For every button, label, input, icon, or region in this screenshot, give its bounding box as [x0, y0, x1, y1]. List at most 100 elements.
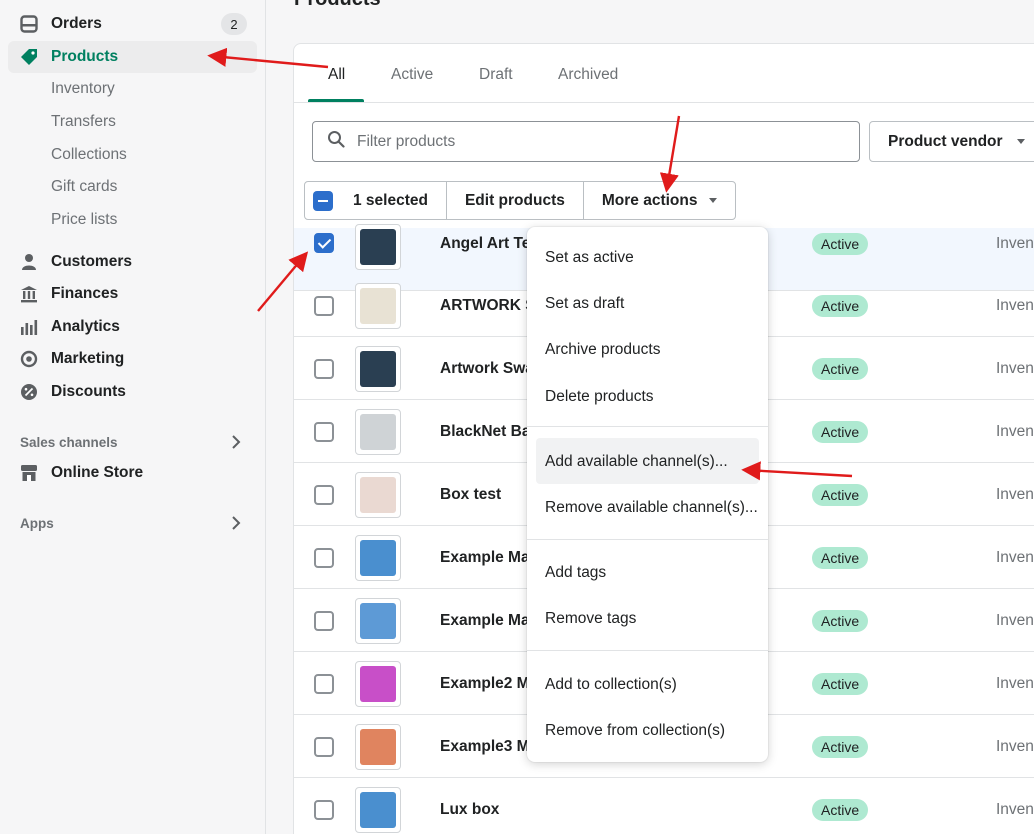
- inventory-text: Inven: [996, 486, 1034, 503]
- sidebar-item-label: Discounts: [51, 383, 126, 400]
- product-thumbnail: [355, 535, 401, 581]
- store-icon: [20, 464, 38, 482]
- product-thumbnail: [355, 598, 401, 644]
- product-vendor-button[interactable]: Product vendor: [869, 121, 1034, 162]
- sidebar-subitem-gift-cards[interactable]: Gift cards: [51, 178, 117, 196]
- status-badge: Active: [812, 295, 869, 317]
- bulk-actions-bar: 1 selected Edit products More actions: [304, 181, 737, 220]
- sidebar-item-products[interactable]: Products: [8, 41, 257, 73]
- menu-divider: [527, 650, 768, 651]
- row-checkbox[interactable]: [314, 800, 334, 820]
- page-title: Products: [294, 0, 381, 11]
- product-name[interactable]: Angel Art Te: [440, 235, 530, 253]
- menu-item-add-channel[interactable]: Add available channel(s)...: [545, 453, 728, 471]
- menu-item-delete[interactable]: Delete products: [545, 388, 654, 406]
- product-thumbnail: [355, 346, 401, 392]
- orders-count-badge: 2: [221, 13, 247, 35]
- thumb-fill: [360, 666, 396, 702]
- row-checkbox-checked[interactable]: [314, 233, 334, 253]
- sidebar-subitem-collections[interactable]: Collections: [51, 146, 127, 164]
- row-checkbox[interactable]: [314, 296, 334, 316]
- target-icon: [20, 350, 38, 368]
- sidebar-item-label: Finances: [51, 285, 119, 302]
- product-name[interactable]: ARTWORK S: [440, 297, 536, 315]
- tag-icon: [20, 48, 38, 66]
- sidebar-item-online-store[interactable]: Online Store: [8, 457, 257, 489]
- sidebar-item-discounts[interactable]: Discounts: [8, 376, 257, 408]
- apps-label: Apps: [20, 516, 54, 531]
- thumb-fill: [360, 603, 396, 639]
- caret-down-icon: [709, 198, 718, 203]
- thumb-fill: [360, 288, 396, 324]
- menu-item-set-active[interactable]: Set as active: [545, 249, 634, 267]
- tab-draft[interactable]: Draft: [479, 66, 513, 84]
- more-actions-menu: Set as active Set as draft Archive produ…: [527, 227, 768, 762]
- thumb-fill: [360, 414, 396, 450]
- sidebar-item-customers[interactable]: Customers: [8, 246, 257, 278]
- product-name[interactable]: Example Ma: [440, 612, 530, 630]
- menu-item-remove-collection[interactable]: Remove from collection(s): [545, 722, 725, 740]
- row-checkbox[interactable]: [314, 737, 334, 757]
- more-actions-button[interactable]: More actions: [584, 182, 736, 219]
- sidebar-item-label: Analytics: [51, 318, 120, 335]
- row-checkbox[interactable]: [314, 674, 334, 694]
- sidebar-item-orders[interactable]: Orders 2: [8, 8, 257, 40]
- edit-products-button[interactable]: Edit products: [447, 182, 584, 219]
- row-checkbox[interactable]: [314, 359, 334, 379]
- menu-item-remove-channel[interactable]: Remove available channel(s)...: [545, 499, 758, 517]
- bar-chart-icon: [20, 318, 38, 336]
- product-thumbnail: [355, 283, 401, 329]
- tab-all[interactable]: All: [328, 66, 345, 84]
- sidebar-subitem-transfers[interactable]: Transfers: [51, 113, 116, 131]
- menu-divider: [527, 539, 768, 540]
- menu-item-set-draft[interactable]: Set as draft: [545, 295, 624, 313]
- product-name[interactable]: Box test: [440, 486, 501, 504]
- selected-count-button[interactable]: 1 selected: [305, 182, 447, 219]
- product-name[interactable]: Example2 M: [440, 675, 530, 693]
- sidebar-item-label: Marketing: [51, 350, 125, 367]
- menu-item-add-tags[interactable]: Add tags: [545, 564, 606, 582]
- sidebar-item-analytics[interactable]: Analytics: [8, 311, 257, 343]
- filter-products-input[interactable]: Filter products: [312, 121, 860, 162]
- status-badge: Active: [812, 610, 869, 632]
- menu-item-add-collection[interactable]: Add to collection(s): [545, 676, 677, 694]
- sidebar-subitem-inventory[interactable]: Inventory: [51, 80, 115, 98]
- inventory-text: Inven: [996, 612, 1034, 629]
- product-name[interactable]: Lux box: [440, 801, 499, 819]
- chevron-right-icon[interactable]: [229, 435, 243, 449]
- thumb-fill: [360, 351, 396, 387]
- row-checkbox[interactable]: [314, 422, 334, 442]
- product-name[interactable]: Example3 M: [440, 738, 530, 756]
- inventory-text: Inven: [996, 738, 1034, 755]
- thumb-fill: [360, 477, 396, 513]
- discount-icon: [20, 383, 38, 401]
- tab-active[interactable]: Active: [391, 66, 433, 84]
- product-thumbnail: [355, 787, 401, 833]
- inventory-text: Inven: [996, 675, 1034, 692]
- row-checkbox[interactable]: [314, 611, 334, 631]
- status-badge: Active: [812, 421, 869, 443]
- edit-products-label: Edit products: [464, 191, 565, 209]
- product-name[interactable]: BlackNet Ba: [440, 423, 530, 441]
- row-checkbox[interactable]: [314, 485, 334, 505]
- table-row[interactable]: Lux box Active Inven: [294, 778, 1034, 834]
- row-checkbox[interactable]: [314, 548, 334, 568]
- chevron-right-icon[interactable]: [229, 516, 243, 530]
- sidebar-subitem-price-lists[interactable]: Price lists: [51, 211, 117, 229]
- inventory-text: Inven: [996, 235, 1034, 252]
- sidebar-item-marketing[interactable]: Marketing: [8, 343, 257, 375]
- product-name[interactable]: Example Ma: [440, 549, 530, 567]
- thumb-fill: [360, 792, 396, 828]
- sidebar-item-finances[interactable]: Finances: [8, 278, 257, 310]
- product-name[interactable]: Artwork Swa: [440, 360, 534, 378]
- sidebar: Orders 2 Products Inventory Transfers Co…: [0, 0, 266, 834]
- status-badge: Active: [812, 233, 869, 255]
- select-all-checkbox[interactable]: [313, 190, 333, 211]
- sidebar-item-label: Orders: [51, 15, 102, 32]
- menu-divider: [527, 426, 768, 427]
- menu-item-remove-tags[interactable]: Remove tags: [545, 610, 636, 628]
- tab-archived[interactable]: Archived: [558, 66, 618, 84]
- menu-item-archive[interactable]: Archive products: [545, 341, 660, 359]
- product-thumbnail: [355, 661, 401, 707]
- status-badge: Active: [812, 547, 869, 569]
